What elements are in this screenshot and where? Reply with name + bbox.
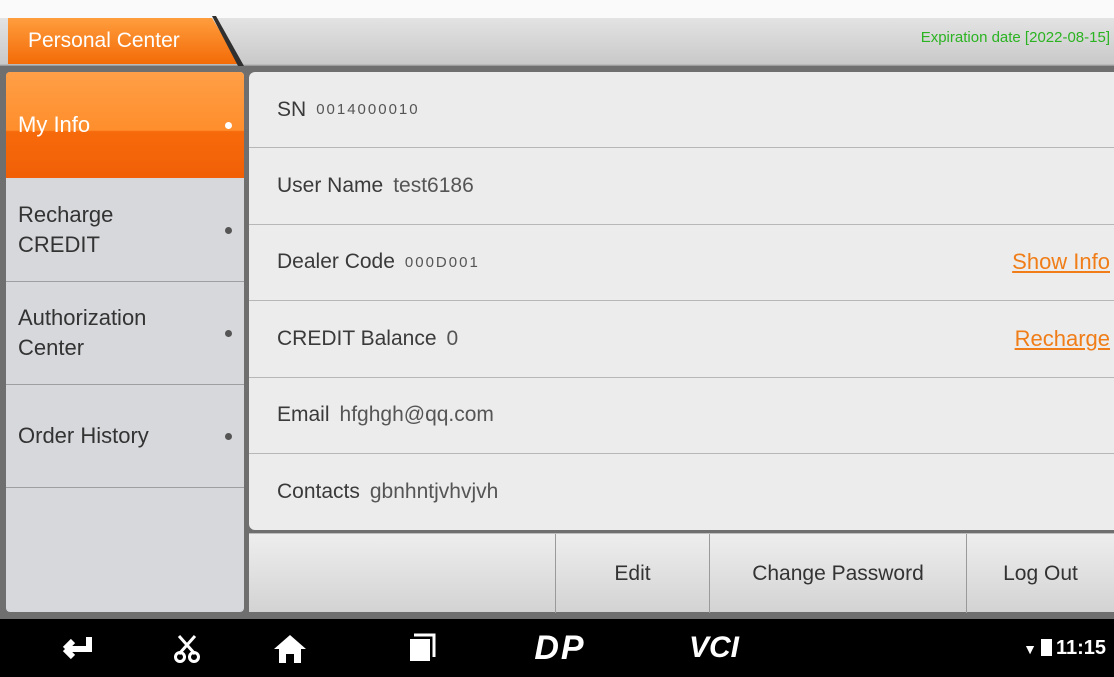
action-bar: Edit Change Password Log Out [249, 533, 1114, 613]
title-bar: Personal Center Expiration date [2022-08… [0, 0, 1114, 66]
back-icon[interactable] [48, 619, 98, 677]
status-area: ▼ 11:15 [1023, 619, 1106, 677]
sidebar-item-label: My Info [18, 112, 91, 137]
username-label: User Name [277, 174, 384, 198]
recharge-link[interactable]: Recharge [1015, 326, 1110, 352]
edit-button[interactable]: Edit [555, 534, 709, 613]
sidebar-item-label: Order History [18, 423, 149, 448]
clock: 11:15 [1055, 637, 1106, 659]
sn-value: 0014000010 [316, 101, 420, 119]
recents-icon[interactable] [405, 619, 439, 677]
bullet-icon [225, 330, 232, 337]
sn-row: SN 0014000010 [249, 72, 1114, 149]
info-panel: SN 0014000010 User Name test6186 Dealer … [249, 72, 1114, 530]
home-icon[interactable] [270, 619, 310, 677]
email-value: hfghgh@qq.com [339, 403, 494, 427]
vci-icon[interactable]: VCI [684, 619, 744, 677]
bullet-icon [225, 433, 232, 440]
dealer-code-label: Dealer Code [277, 250, 395, 274]
sidebar-item-label: Recharge CREDIT [18, 202, 114, 257]
sidebar: My Info Recharge CREDIT Authorization Ce… [6, 72, 244, 612]
credit-balance-value: 0 [446, 326, 459, 350]
contacts-value: gbnhntjvhvjvh [369, 480, 499, 504]
log-out-button[interactable]: Log Out [966, 534, 1114, 613]
page-title: Personal Center [8, 18, 240, 64]
email-row: Email hfghgh@qq.com [249, 378, 1114, 454]
system-navbar: DP VCI ▼ 11:15 [0, 619, 1114, 677]
sidebar-item-label: Authorization Center [18, 305, 147, 360]
change-password-button[interactable]: Change Password [709, 534, 966, 613]
battery-icon [1040, 639, 1052, 656]
show-info-link[interactable]: Show Info [1012, 249, 1110, 275]
sidebar-item-my-info[interactable]: My Info [6, 72, 244, 178]
username-row: User Name test6186 [249, 148, 1114, 225]
bullet-icon [225, 122, 232, 129]
sidebar-item-authorization-center[interactable]: Authorization Center [6, 282, 244, 385]
dealer-code-row: Dealer Code 000D001 Show Info [249, 225, 1114, 302]
dp-logo-icon[interactable]: DP [520, 619, 600, 677]
dealer-code-value: 000D001 [404, 253, 480, 271]
email-label: Email [277, 403, 330, 427]
sidebar-item-order-history[interactable]: Order History [6, 385, 244, 488]
contacts-label: Contacts [277, 480, 360, 504]
scissors-icon[interactable] [165, 619, 209, 677]
credit-balance-row: CREDIT Balance 0 Recharge [249, 301, 1114, 378]
credit-balance-label: CREDIT Balance [277, 326, 437, 350]
sn-label: SN [277, 97, 307, 121]
wifi-icon: ▼ [1023, 641, 1037, 657]
expiration-date: Expiration date [2022-08-15] [920, 29, 1110, 46]
sidebar-item-recharge-credit[interactable]: Recharge CREDIT [6, 179, 244, 282]
contacts-row: Contacts gbnhntjvhvjvh [249, 454, 1114, 530]
username-value: test6186 [393, 174, 474, 198]
bullet-icon [225, 227, 232, 234]
